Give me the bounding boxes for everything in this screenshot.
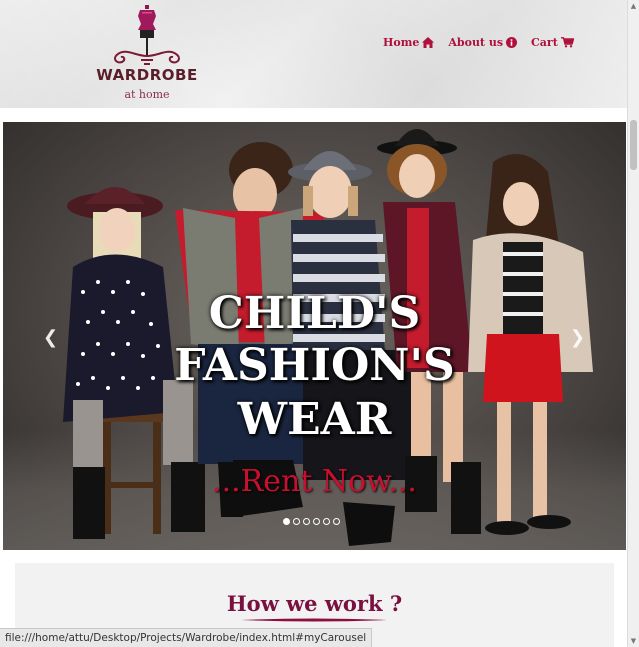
carousel-indicator-2[interactable] — [293, 518, 300, 525]
hero-carousel[interactable]: CHILD'S FASHION'S WEAR ...Rent Now... ❮ … — [3, 122, 626, 550]
brand-tagline: at home — [124, 88, 170, 101]
nav-home-link[interactable]: Home — [383, 36, 435, 49]
browser-status-bar: file:///home/attu/Desktop/Projects/Wardr… — [0, 628, 373, 647]
hero-caption-line-3: WEAR — [237, 394, 392, 445]
home-icon — [422, 37, 435, 48]
carousel-indicators — [283, 518, 340, 525]
nav-about-label: About us — [448, 36, 504, 49]
nav-cart-label: Cart — [531, 36, 558, 49]
site-header: WARDROBE at home Home About us Cart — [0, 0, 627, 108]
carousel-indicator-4[interactable] — [313, 518, 320, 525]
carousel-next-control[interactable]: ❯ — [570, 327, 585, 348]
carousel-indicator-5[interactable] — [323, 518, 330, 525]
carousel-prev-control[interactable]: ❮ — [43, 327, 58, 348]
dress-form-icon — [114, 5, 180, 65]
page-scrollbar[interactable]: ▲ ▼ — [627, 0, 639, 647]
rent-now-link[interactable]: ...Rent Now... — [3, 464, 626, 499]
carousel-indicator-3[interactable] — [303, 518, 310, 525]
hero-caption-line-2: FASHION'S — [174, 340, 455, 391]
chevron-left-icon: ❮ — [43, 327, 59, 348]
chevron-right-icon: ❯ — [570, 327, 586, 348]
brand-logo[interactable]: WARDROBE at home — [96, 4, 198, 104]
scroll-up-arrow-icon[interactable]: ▲ — [628, 0, 639, 12]
carousel-indicator-1[interactable] — [283, 518, 290, 525]
main-nav: Home About us Cart — [383, 36, 588, 49]
nav-about-link[interactable]: About us — [448, 36, 518, 49]
scroll-thumb[interactable] — [630, 120, 637, 170]
brand-name: WARDROBE — [96, 66, 198, 84]
hero-caption-line-1: CHILD'S — [208, 288, 421, 339]
info-icon — [506, 37, 518, 48]
nav-home-label: Home — [383, 36, 420, 49]
how-we-work-heading: How we work ? — [226, 591, 403, 616]
heading-underline — [241, 618, 387, 622]
carousel-indicator-6[interactable] — [333, 518, 340, 525]
page: WARDROBE at home Home About us Cart CHIL… — [0, 0, 627, 647]
scroll-down-arrow-icon[interactable]: ▼ — [628, 635, 639, 647]
cart-icon — [560, 37, 574, 48]
nav-cart-link[interactable]: Cart — [531, 36, 574, 49]
